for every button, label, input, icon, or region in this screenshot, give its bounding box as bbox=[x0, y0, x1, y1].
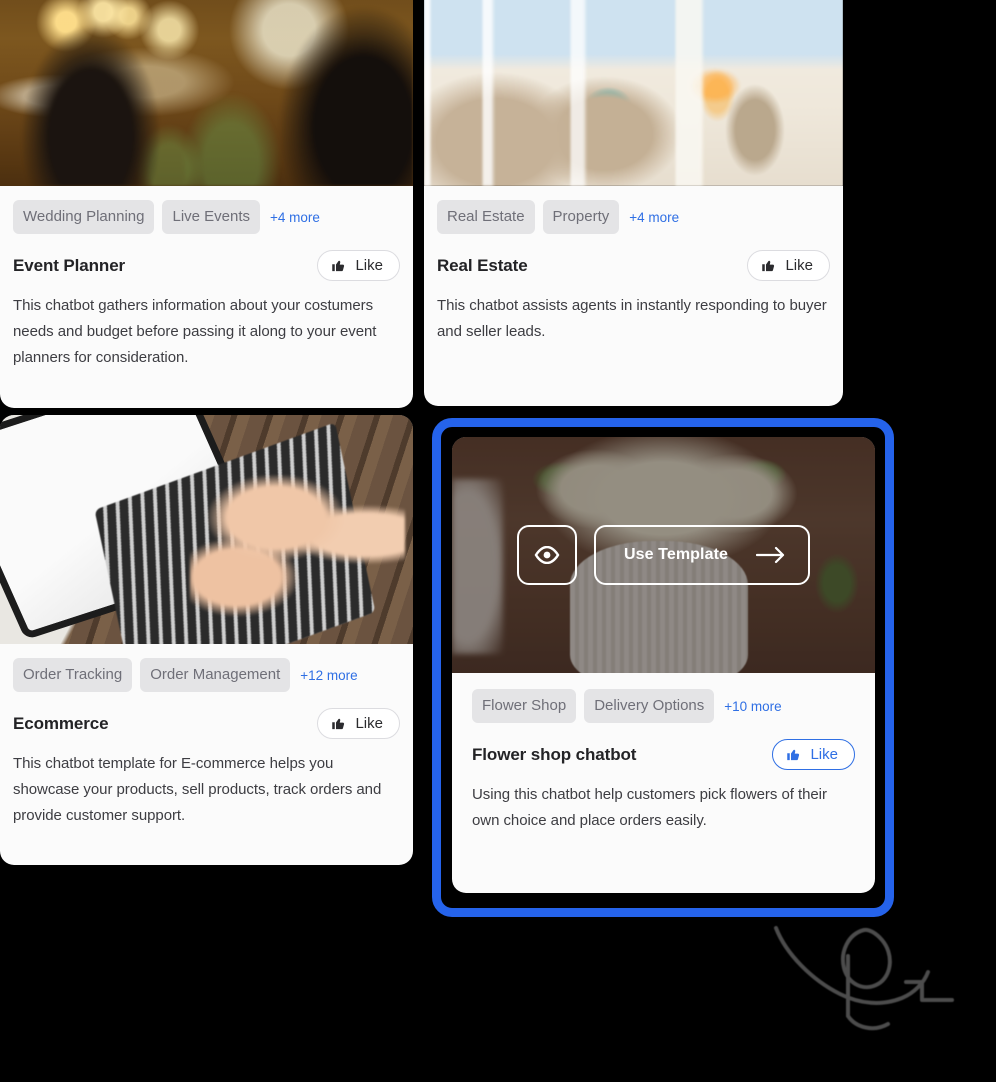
tag-chip[interactable]: Property bbox=[542, 200, 620, 234]
tag-row: Real Estate Property +4 more bbox=[437, 200, 830, 234]
like-button[interactable]: Like bbox=[317, 708, 400, 739]
like-button[interactable]: Like bbox=[747, 250, 830, 281]
laptop-typing-photo bbox=[0, 415, 413, 644]
thumbs-up-icon bbox=[332, 260, 345, 272]
tag-chip[interactable]: Real Estate bbox=[437, 200, 535, 234]
card-description: This chatbot assists agents in instantly… bbox=[437, 297, 827, 340]
tag-chip[interactable]: Order Management bbox=[140, 658, 291, 692]
tag-chip[interactable]: Order Tracking bbox=[13, 658, 133, 692]
preview-template-button[interactable] bbox=[516, 525, 577, 585]
thumbs-up-icon bbox=[332, 718, 345, 730]
more-tags-link[interactable]: +12 more bbox=[300, 668, 357, 683]
card-title: Flower shop chatbot bbox=[472, 744, 637, 764]
tag-row: Wedding Planning Live Events +4 more bbox=[13, 200, 400, 234]
card-title: Ecommerce bbox=[13, 713, 109, 733]
like-label: Like bbox=[355, 715, 383, 732]
card-image-ecommerce[interactable] bbox=[0, 415, 413, 644]
living-room-photo bbox=[424, 0, 843, 186]
thumbs-up-icon bbox=[787, 749, 800, 761]
card-body: Flower Shop Delivery Options +10 more Fl… bbox=[452, 673, 875, 834]
more-tags-link[interactable]: +4 more bbox=[629, 210, 679, 225]
template-card-ecommerce[interactable]: Order Tracking Order Management +12 more… bbox=[0, 415, 413, 865]
title-row: Ecommerce Like bbox=[13, 708, 400, 739]
like-label: Like bbox=[355, 257, 383, 274]
title-row: Event Planner Like bbox=[13, 250, 400, 281]
template-card-event-planner[interactable]: Wedding Planning Live Events +4 more Eve… bbox=[0, 0, 413, 408]
use-template-label: Use Template bbox=[623, 546, 729, 563]
more-tags-link[interactable]: +4 more bbox=[270, 210, 320, 225]
eye-icon bbox=[534, 546, 560, 564]
title-row: Real Estate Like bbox=[437, 250, 830, 281]
card-body: Real Estate Property +4 more Real Estate… bbox=[424, 186, 843, 345]
template-card-flower-shop[interactable]: Use Template Flower Shop Delivery Option… bbox=[452, 437, 875, 893]
card-hover-overlay: Use Template bbox=[452, 437, 875, 673]
template-gallery: Wedding Planning Live Events +4 more Eve… bbox=[0, 0, 996, 1082]
thumbs-up-icon bbox=[762, 260, 775, 272]
like-label: Like bbox=[810, 746, 838, 763]
title-row: Flower shop chatbot Like bbox=[472, 739, 855, 770]
card-description: This chatbot template for E-commerce hel… bbox=[13, 755, 382, 824]
card-description: This chatbot gathers information about y… bbox=[13, 297, 377, 366]
card-description: Using this chatbot help customers pick f… bbox=[472, 786, 827, 829]
card-title: Event Planner bbox=[13, 255, 126, 275]
use-template-button[interactable]: Use Template bbox=[593, 525, 811, 585]
tag-row: Order Tracking Order Management +12 more bbox=[13, 658, 400, 692]
arrow-right-icon bbox=[756, 546, 785, 564]
card-image-flower-shop[interactable]: Use Template bbox=[452, 437, 875, 673]
hands-detail bbox=[190, 474, 405, 617]
card-body: Order Tracking Order Management +12 more… bbox=[0, 644, 413, 829]
more-tags-link[interactable]: +10 more bbox=[724, 699, 781, 714]
tag-chip[interactable]: Wedding Planning bbox=[13, 200, 155, 234]
card-image-real-estate[interactable] bbox=[424, 0, 843, 186]
like-button[interactable]: Like bbox=[772, 739, 855, 770]
tag-chip[interactable]: Live Events bbox=[162, 200, 261, 234]
ink-scribble-artifact bbox=[774, 926, 954, 1031]
card-image-event-planner[interactable] bbox=[0, 0, 413, 186]
tag-chip[interactable]: Delivery Options bbox=[584, 689, 715, 723]
like-label: Like bbox=[785, 257, 813, 274]
like-button[interactable]: Like bbox=[317, 250, 400, 281]
tag-chip[interactable]: Flower Shop bbox=[472, 689, 577, 723]
card-body: Wedding Planning Live Events +4 more Eve… bbox=[0, 186, 413, 371]
card-title: Real Estate bbox=[437, 255, 528, 275]
tag-row: Flower Shop Delivery Options +10 more bbox=[472, 689, 855, 723]
template-card-real-estate[interactable]: Real Estate Property +4 more Real Estate… bbox=[424, 0, 843, 406]
wedding-toast-photo bbox=[0, 0, 413, 186]
